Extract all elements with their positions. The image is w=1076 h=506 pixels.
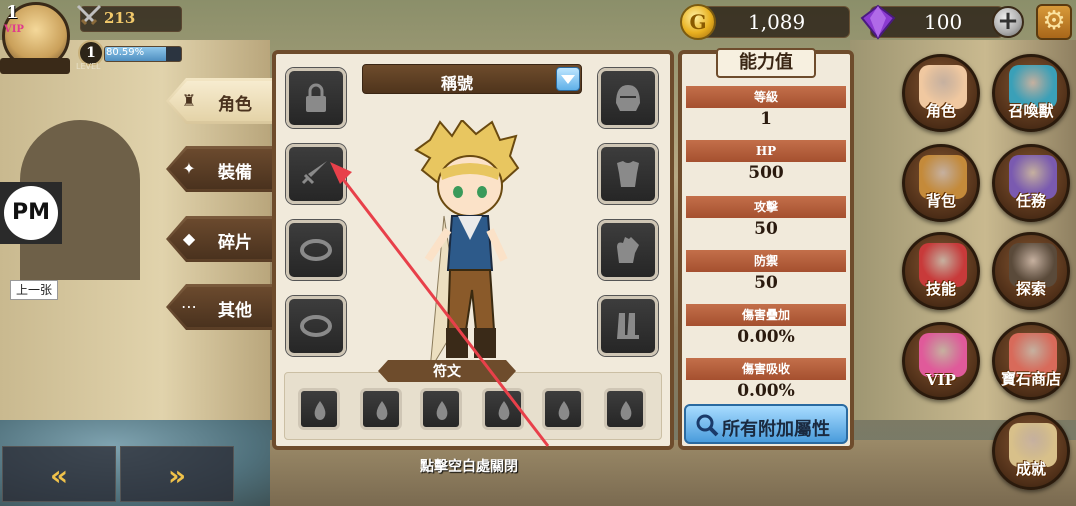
- menu-quest-button[interactable]: 任務: [992, 144, 1070, 222]
- stat-value-hp: 500: [748, 163, 784, 183]
- slot-helmet[interactable]: [598, 68, 658, 128]
- all-attributes-label: 所有附加屬性: [722, 419, 830, 440]
- rune-slot-2[interactable]: [360, 388, 402, 430]
- rune-slot-5[interactable]: [542, 388, 584, 430]
- helmet-icon: [616, 85, 640, 111]
- double-right-arrow-icon: »: [167, 459, 187, 492]
- stat-label-attack: 攻擊: [686, 196, 846, 218]
- equipment-tab-icon: ✦: [182, 159, 196, 178]
- stat-label-hp: HP: [686, 140, 846, 162]
- tab-fragments[interactable]: ◆ 碎片: [166, 216, 276, 262]
- rune-drop-icon: [498, 401, 510, 420]
- glove-icon: [617, 237, 639, 263]
- player-name-plate: [0, 58, 70, 74]
- close-hint[interactable]: 點擊空白處關閉: [420, 456, 518, 476]
- stat-label-level: 等級: [686, 86, 846, 108]
- rune-drop-icon: [558, 401, 570, 420]
- magnifier-icon: [696, 414, 719, 437]
- tab-other[interactable]: ⋯ 其他: [166, 284, 276, 330]
- rune-drop-icon: [620, 401, 632, 420]
- boots-icon: [617, 313, 639, 339]
- slot-weapon[interactable]: [286, 144, 346, 204]
- character-tab-icon: ♜: [181, 91, 197, 110]
- menu-label: 背包: [925, 192, 956, 210]
- power-value: 213: [104, 9, 136, 27]
- exp-text: 80.59%: [106, 47, 145, 58]
- pm-logo-text: PM: [4, 186, 58, 240]
- stat-value-level: 1: [760, 109, 772, 129]
- rune-slot-1[interactable]: [298, 388, 340, 430]
- rune-slot-3[interactable]: [420, 388, 462, 430]
- scroll-right-button[interactable]: »: [120, 446, 234, 502]
- stat-label-defense: 防禦: [686, 250, 846, 272]
- menu-label: 技能: [925, 280, 956, 298]
- rune-drop-icon: [376, 401, 388, 420]
- slot-ring-1[interactable]: [286, 220, 346, 280]
- all-attributes-button[interactable]: 所有附加屬性: [684, 404, 848, 444]
- slot-gloves[interactable]: [598, 220, 658, 280]
- menu-skill-button[interactable]: 技能: [902, 232, 980, 310]
- pm-logo: PM: [0, 182, 62, 244]
- stat-label-damage-absorb: 傷害吸收: [686, 358, 846, 380]
- stat-label-damage-bonus: 傷害疊加: [686, 304, 846, 326]
- gem-value: 100: [924, 10, 963, 34]
- menu-label: 召喚獸: [1008, 102, 1054, 120]
- menu-bag-button[interactable]: 背包: [902, 144, 980, 222]
- menu-vip-button[interactable]: VIP: [902, 322, 980, 400]
- ring-icon: [300, 239, 332, 261]
- stat-value-damage-absorb: 0.00%: [737, 381, 795, 401]
- previous-button[interactable]: 上一张: [10, 280, 58, 300]
- tab-label: 裝備: [218, 163, 252, 183]
- menu-achievement-button[interactable]: 成就: [992, 412, 1070, 490]
- level-label: LEVEL: [76, 62, 101, 71]
- menu-label: 成就: [1015, 460, 1046, 478]
- fragment-tab-icon: ◆: [182, 229, 196, 248]
- rune-slot-6[interactable]: [604, 388, 646, 430]
- chevron-down-icon[interactable]: [556, 67, 580, 91]
- tab-character[interactable]: ♜ 角色: [166, 78, 276, 124]
- menu-label: 任務: [1015, 192, 1046, 210]
- stat-value-attack: 50: [754, 219, 778, 239]
- tab-label: 角色: [218, 95, 252, 115]
- menu-label: 探索: [1015, 280, 1046, 298]
- add-currency-button[interactable]: +: [992, 6, 1024, 38]
- menu-character-button[interactable]: 角色: [902, 54, 980, 132]
- stat-value-defense: 50: [754, 273, 778, 293]
- menu-label: 角色: [925, 102, 956, 120]
- rune-drop-icon: [436, 401, 448, 420]
- vip-tag: VIP: [4, 24, 24, 35]
- tab-label: 其他: [218, 301, 252, 321]
- gold-value: 1,089: [748, 10, 806, 34]
- title-dropdown-value: 稱號: [440, 74, 473, 93]
- crossed-swords-icon: [76, 4, 102, 26]
- menu-label: VIP: [926, 371, 956, 389]
- double-left-arrow-icon: «: [49, 459, 69, 492]
- lock-icon: [306, 83, 326, 112]
- gold-coin-icon: G: [680, 4, 716, 40]
- rune-drop-icon: [314, 401, 326, 420]
- purple-gem-icon: [860, 4, 896, 40]
- slot-ring-2[interactable]: [286, 296, 346, 356]
- menu-summon-button[interactable]: 召喚獸: [992, 54, 1070, 132]
- sword-icon: [301, 161, 327, 185]
- menu-gem-shop-button[interactable]: 寶石商店: [992, 322, 1070, 400]
- other-tab-icon: ⋯: [181, 297, 197, 316]
- settings-gear-icon[interactable]: ⚙: [1036, 4, 1072, 40]
- rune-slot-4[interactable]: [482, 388, 524, 430]
- slot-boots[interactable]: [598, 296, 658, 356]
- slot-armor[interactable]: [598, 144, 658, 204]
- stat-value-damage-bonus: 0.00%: [737, 327, 795, 347]
- rune-label: 符文: [433, 364, 461, 380]
- menu-explore-button[interactable]: 探索: [992, 232, 1070, 310]
- scroll-left-button[interactable]: «: [2, 446, 116, 502]
- tab-equipment[interactable]: ✦ 裝備: [166, 146, 276, 192]
- stats-title: 能力值: [716, 48, 816, 78]
- ring-icon: [300, 315, 332, 337]
- tab-label: 碎片: [218, 233, 252, 253]
- armor-icon: [617, 161, 639, 187]
- character-figure: [414, 120, 520, 371]
- vip-level: 1: [6, 2, 19, 23]
- slot-locked[interactable]: [286, 68, 346, 128]
- menu-label: 寶石商店: [1000, 370, 1061, 388]
